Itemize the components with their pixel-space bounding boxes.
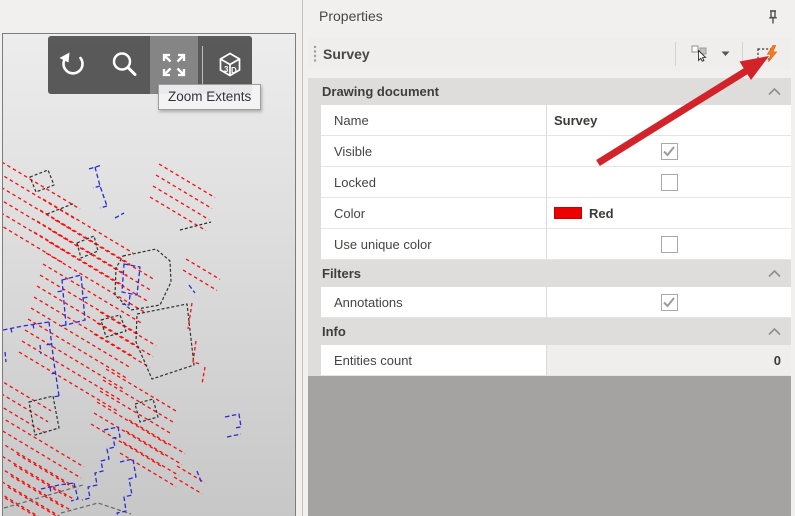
property-value: 0 [546, 345, 791, 376]
zoom-extents-icon [159, 50, 189, 80]
checkmark-icon [663, 297, 675, 308]
panel-empty-area [308, 376, 791, 516]
group-label: Drawing document [322, 84, 439, 99]
collapse-chevron-icon[interactable] [768, 88, 781, 96]
row-indent [308, 105, 321, 136]
property-row: Visible [308, 136, 791, 167]
pin-icon[interactable] [766, 9, 780, 25]
toolbar-separator [675, 42, 676, 66]
property-value[interactable] [546, 229, 791, 260]
group-label: Filters [322, 266, 361, 281]
checkmark-icon [663, 146, 675, 157]
collapse-chevron-icon[interactable] [768, 270, 781, 278]
color-name: Red [589, 206, 614, 221]
panel-header: Properties [303, 0, 795, 34]
property-value[interactable]: Survey [546, 105, 791, 136]
property-row: Entities count 0 [308, 345, 791, 376]
property-label: Use unique color [321, 229, 546, 260]
toolbar-separator [742, 42, 743, 66]
selection-header-bar: Survey [308, 37, 791, 70]
quick-select-icon [757, 45, 781, 63]
value-text: 0 [774, 353, 781, 368]
zoom-extents-tooltip: Zoom Extents [158, 84, 261, 110]
checkbox-checked[interactable] [661, 294, 678, 311]
property-row: Locked [308, 167, 791, 198]
group-header[interactable]: Filters [308, 260, 791, 287]
select-objects-icon [691, 45, 709, 62]
property-label: Color [321, 198, 546, 229]
checkbox-unchecked[interactable] [661, 174, 678, 191]
collapse-chevron-icon[interactable] [768, 328, 781, 336]
rotate-view-icon [58, 50, 88, 80]
rotate-view-button[interactable] [48, 36, 98, 94]
chevron-down-icon [721, 51, 730, 57]
group-header[interactable]: Info [308, 318, 791, 345]
property-label: Entities count [321, 345, 546, 376]
property-label: Visible [321, 136, 546, 167]
group-label: Info [322, 324, 346, 339]
property-label: Name [321, 105, 546, 136]
svg-text:3: 3 [224, 65, 229, 74]
selection-title: Survey [323, 46, 370, 62]
svg-text:D: D [231, 66, 237, 75]
checkbox-checked[interactable] [661, 143, 678, 160]
cube-3d-icon: 3 D [215, 50, 245, 80]
zoom-icon [109, 50, 139, 80]
color-swatch[interactable] [554, 207, 582, 219]
property-grid: Drawing document Name Survey VisibleLockedC… [308, 78, 791, 516]
app-window: 3 D Zoom Extents Properties [0, 0, 795, 516]
property-row: Color Red [308, 198, 791, 229]
quick-select-button[interactable] [751, 40, 787, 68]
value-text: Survey [554, 113, 597, 128]
checkbox-unchecked[interactable] [661, 236, 678, 253]
toolbar-separator [202, 46, 203, 84]
property-row: Annotations [308, 287, 791, 318]
property-row: Name Survey [308, 105, 791, 136]
row-indent [308, 345, 321, 376]
row-indent [308, 198, 321, 229]
zoom-button[interactable] [98, 36, 150, 94]
drag-grip[interactable] [313, 45, 317, 63]
row-indent [308, 287, 321, 318]
property-label: Locked [321, 167, 546, 198]
properties-panel: Properties Survey [302, 0, 795, 516]
selection-toolbar [667, 37, 791, 70]
row-indent [308, 229, 321, 260]
row-indent [308, 167, 321, 198]
group-header[interactable]: Drawing document [308, 78, 791, 105]
property-value[interactable] [546, 287, 791, 318]
property-value[interactable] [546, 136, 791, 167]
select-objects-button[interactable] [684, 40, 716, 68]
row-indent [308, 136, 321, 167]
property-value[interactable]: Red [546, 198, 791, 229]
property-row: Use unique color [308, 229, 791, 260]
property-value[interactable] [546, 167, 791, 198]
property-label: Annotations [321, 287, 546, 318]
select-mode-dropdown[interactable] [716, 40, 734, 68]
panel-title: Properties [319, 0, 383, 33]
